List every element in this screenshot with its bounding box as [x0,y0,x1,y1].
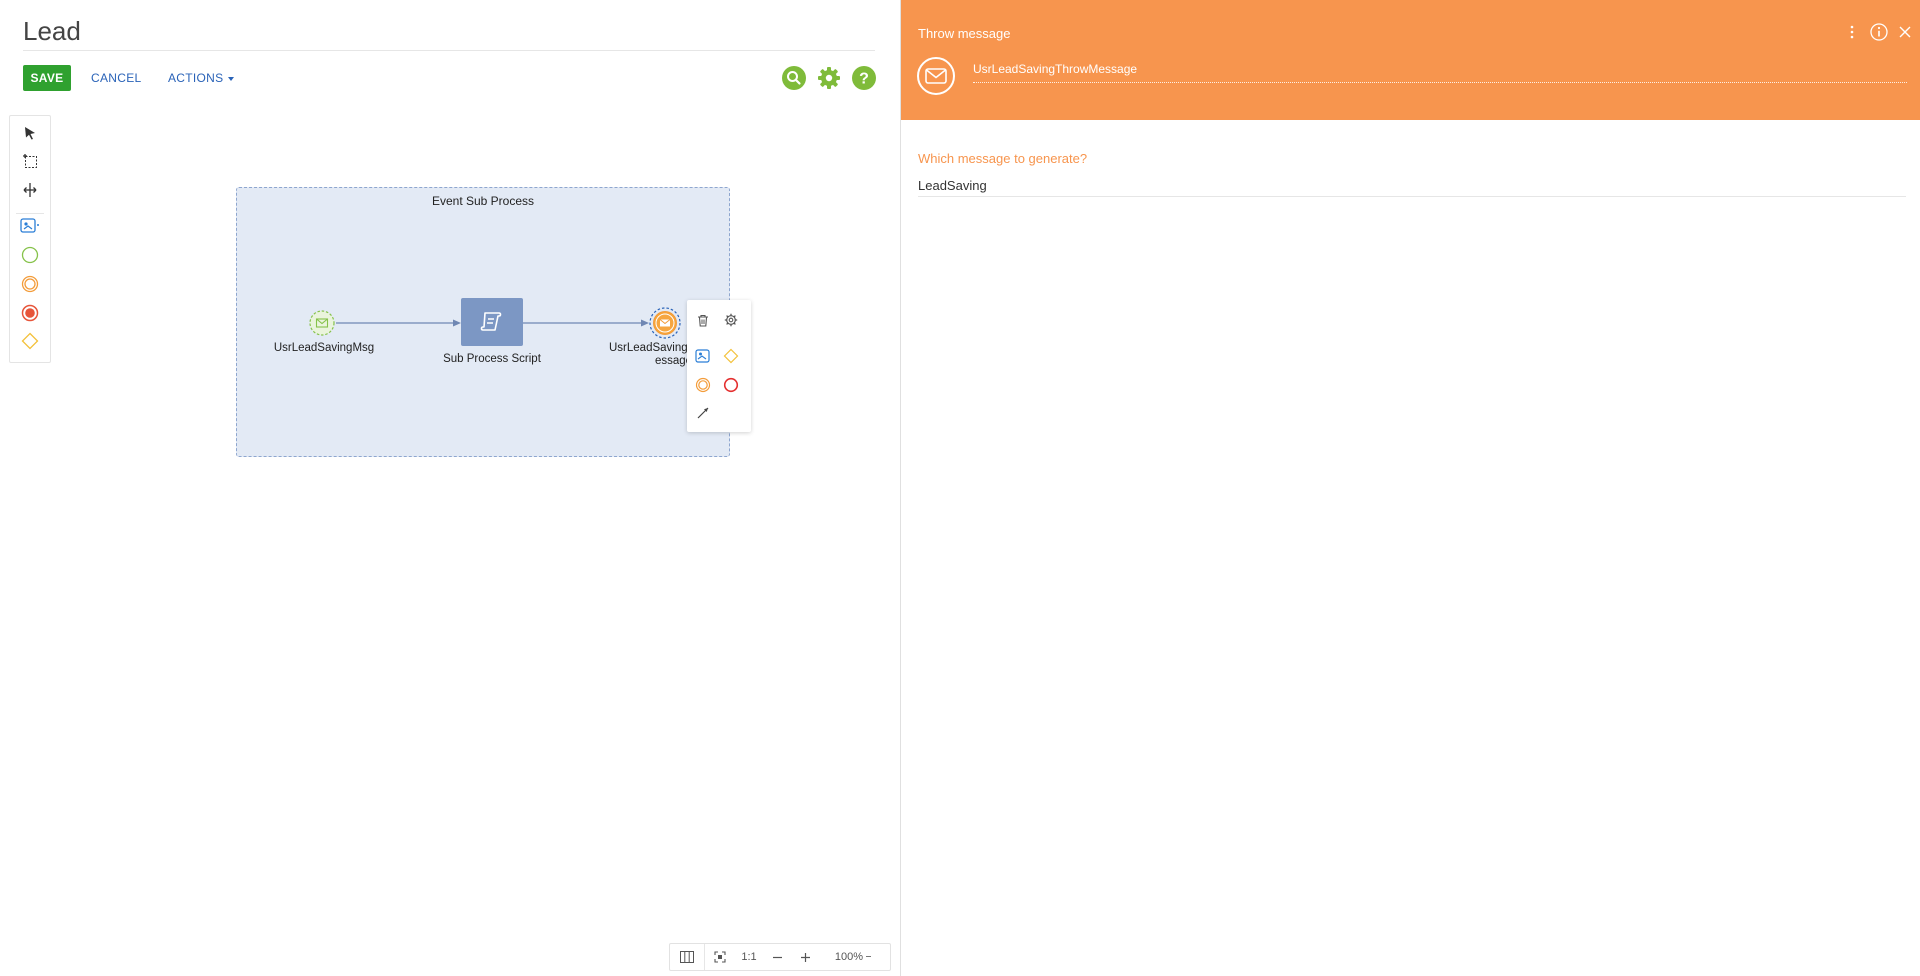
title-divider [23,50,875,51]
zoom-toolbar: 1:1 100% [669,943,891,971]
message-start-event[interactable] [309,310,335,336]
script-task[interactable] [461,298,523,346]
start-event-icon[interactable] [10,242,50,268]
end-event-icon[interactable] [10,300,50,326]
fit-to-screen-icon[interactable] [705,944,735,970]
element-palette [9,115,51,363]
panel-title: Throw message [918,26,1011,41]
script-icon [480,312,502,331]
pointer-tool-icon[interactable] [10,120,50,146]
intermediate-event-icon[interactable] [692,374,714,396]
script-task-icon[interactable] [692,345,714,367]
gateway-icon[interactable] [10,328,50,354]
start-event-label: UsrLeadSavingMsg [273,342,375,354]
close-icon[interactable] [1895,22,1915,42]
element-context-menu [687,300,751,432]
script-task-label: Sub Process Script [443,353,541,365]
help-icon[interactable]: ? [852,66,876,90]
cancel-button[interactable]: CANCEL [91,71,141,85]
element-name-underline [973,82,1907,83]
actual-size-button[interactable]: 1:1 [735,944,763,970]
message-envelope-icon [917,57,955,95]
sequence-flows [336,319,649,327]
info-icon[interactable] [1869,22,1889,42]
element-name-field[interactable]: UsrLeadSavingThrowMessage [973,62,1137,76]
message-throw-event[interactable] [649,307,681,339]
search-icon[interactable] [782,66,806,90]
chevron-down-icon [228,76,235,81]
lasso-tool-icon[interactable] [10,148,50,174]
svg-text:?: ? [859,71,869,88]
gear-icon[interactable] [817,66,841,90]
process-designer: Lead SAVE CANCEL ACTIONS ? Event Sub Pro… [0,0,900,976]
message-field-underline [918,196,1906,197]
end-event-icon[interactable] [720,374,742,396]
gateway-icon[interactable] [720,345,742,367]
space-tool-icon[interactable] [10,177,50,203]
zoom-dropdown-icon[interactable] [863,944,873,970]
actions-label: ACTIONS [168,71,224,85]
zoom-level: 100% [834,951,863,963]
script-task-icon[interactable] [10,213,50,239]
intermediate-event-icon[interactable] [10,271,50,297]
more-icon[interactable] [1842,22,1862,42]
subprocess-title: Event Sub Process [431,194,535,208]
gear-icon[interactable] [720,309,742,331]
trash-icon[interactable] [692,309,714,331]
actions-button[interactable]: ACTIONS [168,71,235,85]
element-properties-panel: Throw message UsrLeadSavingThrowMessage … [900,0,1920,976]
message-question-label: Which message to generate? [918,151,1088,166]
save-button[interactable]: SAVE [23,65,71,91]
minimap-icon[interactable] [670,944,705,970]
connector-icon[interactable] [692,402,714,424]
panel-header: Throw message UsrLeadSavingThrowMessage [901,0,1920,120]
page-title: Lead [23,16,81,46]
zoom-out-icon[interactable] [763,944,791,970]
zoom-in-icon[interactable] [791,944,819,970]
message-field[interactable]: LeadSaving [918,178,987,193]
